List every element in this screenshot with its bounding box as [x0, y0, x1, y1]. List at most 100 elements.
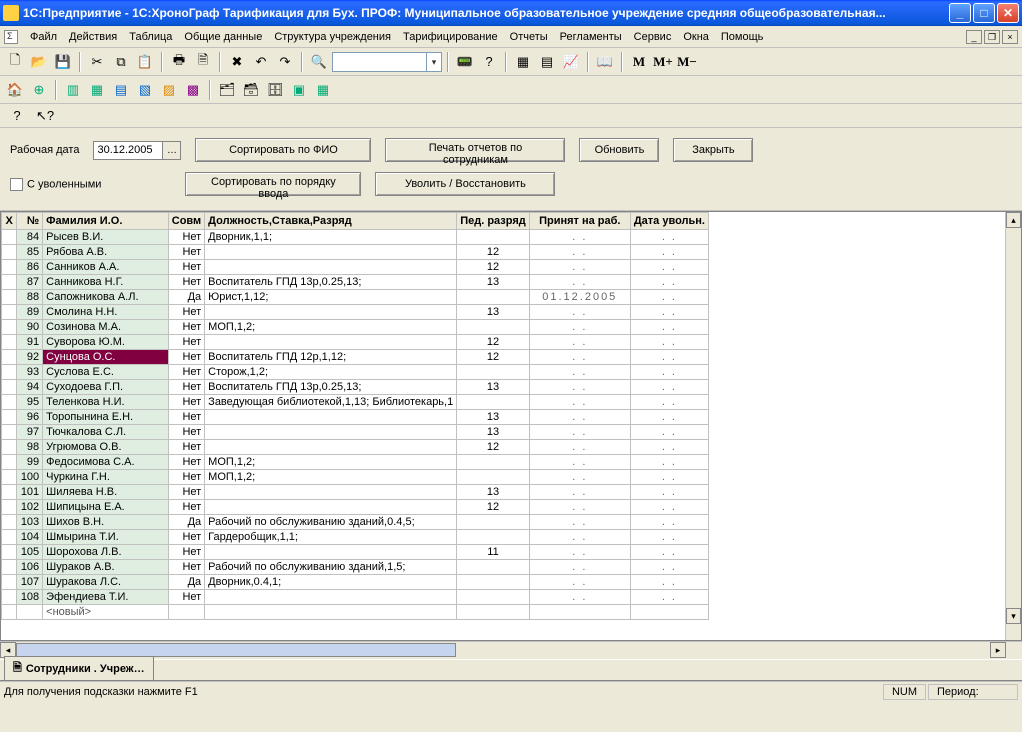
with-fired-checkbox[interactable]: С уволенными: [10, 178, 101, 191]
tool1-icon[interactable]: ▦: [512, 51, 534, 73]
doc1-icon[interactable]: 🗂: [216, 79, 238, 101]
grid1-icon[interactable]: ▥: [62, 79, 84, 101]
find-combo[interactable]: ▾: [332, 52, 442, 72]
tool3-icon[interactable]: 📈: [560, 51, 582, 73]
vertical-scrollbar[interactable]: ▴ ▾: [1005, 212, 1021, 640]
maximize-button[interactable]: □: [973, 3, 995, 23]
menu-Окна[interactable]: Окна: [677, 29, 715, 45]
redo-icon[interactable]: ↷: [274, 51, 296, 73]
new-row[interactable]: <новый>: [2, 605, 709, 620]
col-ped[interactable]: Пед. разряд: [457, 213, 530, 230]
find-icon[interactable]: 🔍: [308, 51, 330, 73]
table-row[interactable]: 101Шиляева Н.В.Нет13. .. .: [2, 485, 709, 500]
table-row[interactable]: 88Сапожникова А.Л.ДаЮрист,1,12;01.12.200…: [2, 290, 709, 305]
workdate-picker-button[interactable]: …: [163, 141, 181, 160]
paste-icon[interactable]: 📋: [134, 51, 156, 73]
close-button[interactable]: ✕: [997, 3, 1019, 23]
col-dol[interactable]: Должность,Ставка,Разряд: [205, 213, 457, 230]
calc-icon[interactable]: 📟: [454, 51, 476, 73]
menu-Таблица[interactable]: Таблица: [123, 29, 178, 45]
scroll-down-icon[interactable]: ▾: [1006, 608, 1021, 624]
grid4-icon[interactable]: ▧: [134, 79, 156, 101]
scroll-right-icon[interactable]: ▸: [990, 642, 1006, 658]
close-form-button[interactable]: Закрыть: [673, 138, 753, 162]
doc3-icon[interactable]: 🗄: [264, 79, 286, 101]
table-row[interactable]: 84Рысев В.И.НетДворник,1,1;. .. .: [2, 230, 709, 245]
mdi-doc-icon[interactable]: [4, 30, 18, 44]
globe-icon[interactable]: ⊕: [28, 79, 50, 101]
grid5-icon[interactable]: ▨: [158, 79, 180, 101]
menu-Структура учреждения[interactable]: Структура учреждения: [268, 29, 397, 45]
mdi-restore[interactable]: ❐: [984, 30, 1000, 44]
table-row[interactable]: 93Суслова Е.С.НетСторож,1,2;. .. .: [2, 365, 709, 380]
delete-icon[interactable]: ✖: [226, 51, 248, 73]
mdi-minimize[interactable]: _: [966, 30, 982, 44]
table-row[interactable]: 100Чуркина Г.Н.НетМОП,1,2;. .. .: [2, 470, 709, 485]
grid6-icon[interactable]: ▩: [182, 79, 204, 101]
sort-fio-button[interactable]: Сортировать по ФИО: [195, 138, 371, 162]
col-fio[interactable]: Фамилия И.О.: [43, 213, 169, 230]
table-row[interactable]: 106Шураков А.В.НетРабочий по обслуживани…: [2, 560, 709, 575]
table-row[interactable]: 103Шихов В.Н.ДаРабочий по обслуживанию з…: [2, 515, 709, 530]
scroll-thumb[interactable]: [16, 643, 456, 657]
home-icon[interactable]: 🏠: [4, 79, 26, 101]
table-row[interactable]: 89Смолина Н.Н.Нет13. .. .: [2, 305, 709, 320]
refresh-button[interactable]: Обновить: [579, 138, 659, 162]
table-row[interactable]: 87Санникова Н.Г.НетВоспитатель ГПД 13р,0…: [2, 275, 709, 290]
help-icon[interactable]: ?: [478, 51, 500, 73]
m-plus-button[interactable]: M+: [652, 51, 674, 73]
table-row[interactable]: 105Шорохова Л.В.Нет11. .. .: [2, 545, 709, 560]
table-row[interactable]: 90Созинова М.А.НетМОП,1,2;. .. .: [2, 320, 709, 335]
whatsthis-icon[interactable]: ?: [6, 105, 28, 127]
tool2-icon[interactable]: ▤: [536, 51, 558, 73]
print-icon[interactable]: 🖶: [168, 51, 190, 73]
menu-Тарифицирование[interactable]: Тарифицирование: [397, 29, 504, 45]
menu-Помощь[interactable]: Помощь: [715, 29, 770, 45]
menu-Файл[interactable]: Файл: [24, 29, 63, 45]
cut-icon[interactable]: ✂: [86, 51, 108, 73]
table-row[interactable]: 85Рябова А.В.Нет12. .. .: [2, 245, 709, 260]
menu-Общие данные[interactable]: Общие данные: [178, 29, 268, 45]
mdi-close[interactable]: ×: [1002, 30, 1018, 44]
open-icon[interactable]: 📂: [28, 51, 50, 73]
grid2-icon[interactable]: ▦: [86, 79, 108, 101]
table-row[interactable]: 108Эфендиева Т.И.Нет. .. .: [2, 590, 709, 605]
col-sovm[interactable]: Совм: [168, 213, 204, 230]
table-row[interactable]: 97Тючкалова С.Л.Нет13. .. .: [2, 425, 709, 440]
doc2-icon[interactable]: 🗃: [240, 79, 262, 101]
copy-icon[interactable]: ⧉: [110, 51, 132, 73]
col-n[interactable]: №: [17, 213, 43, 230]
sort-input-button[interactable]: Сортировать по порядку ввода: [185, 172, 361, 196]
table-row[interactable]: 102Шипицына Е.А.Нет12. .. .: [2, 500, 709, 515]
save-icon[interactable]: 💾: [52, 51, 74, 73]
undo-icon[interactable]: ↶: [250, 51, 272, 73]
table-row[interactable]: 92Сунцова О.С.НетВоспитатель ГПД 12р,1,1…: [2, 350, 709, 365]
minimize-button[interactable]: _: [949, 3, 971, 23]
workdate-input[interactable]: [93, 141, 163, 160]
doc4-icon[interactable]: ▣: [288, 79, 310, 101]
col-prin[interactable]: Принят на раб.: [529, 213, 630, 230]
horizontal-scrollbar[interactable]: ◂ ▸: [0, 641, 1022, 657]
table-row[interactable]: 91Суворова Ю.М.Нет12. .. .: [2, 335, 709, 350]
menu-Действия[interactable]: Действия: [63, 29, 123, 45]
fire-restore-button[interactable]: Уволить / Восстановить: [375, 172, 555, 196]
table-row[interactable]: 98Угрюмова О.В.Нет12. .. .: [2, 440, 709, 455]
context-help-icon[interactable]: ↖?: [34, 105, 56, 127]
table-row[interactable]: 94Суходоева Г.П.НетВоспитатель ГПД 13р,0…: [2, 380, 709, 395]
col-x[interactable]: X: [2, 213, 17, 230]
menu-Регламенты[interactable]: Регламенты: [554, 29, 628, 45]
employees-grid[interactable]: X № Фамилия И.О. Совм Должность,Ставка,Р…: [0, 211, 1022, 641]
col-uvol[interactable]: Дата увольн.: [630, 213, 708, 230]
table-row[interactable]: 107Шуракова Л.С.ДаДворник,0.4,1;. .. .: [2, 575, 709, 590]
m-button[interactable]: M: [628, 51, 650, 73]
table-row[interactable]: 95Теленкова Н.И.НетЗаведующая библиотеко…: [2, 395, 709, 410]
new-icon[interactable]: 🗋: [4, 51, 26, 73]
table-row[interactable]: 104Шмырина Т.И.НетГардеробщик,1,1;. .. .: [2, 530, 709, 545]
m-minus-button[interactable]: M−: [676, 51, 698, 73]
table-row[interactable]: 99Федосимова С.А.НетМОП,1,2;. .. .: [2, 455, 709, 470]
menu-Отчеты[interactable]: Отчеты: [504, 29, 554, 45]
print-reports-button[interactable]: Печать отчетов по сотрудникам: [385, 138, 565, 162]
menu-Сервис[interactable]: Сервис: [628, 29, 678, 45]
doc5-icon[interactable]: ▦: [312, 79, 334, 101]
book-icon[interactable]: 📖: [594, 51, 616, 73]
